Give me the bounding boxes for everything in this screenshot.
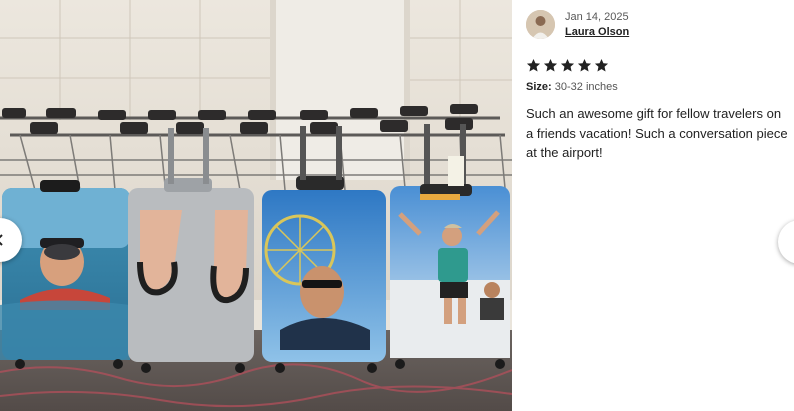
reviewer-name-link[interactable]: Laura Olson [565, 26, 629, 38]
size-info: Size: 30-32 inches [526, 81, 618, 93]
size-label: Size: [526, 81, 552, 93]
star-icon [560, 58, 575, 72]
star-icon [577, 58, 592, 72]
chevron-left-icon [0, 233, 7, 247]
star-icon [594, 58, 609, 72]
review-text: Such an awesome gift for fellow traveler… [526, 106, 788, 160]
suitcase-snorkel [0, 180, 130, 369]
review-date: Jan 14, 2025 [565, 11, 629, 23]
luggage-photo [0, 0, 512, 411]
review-panel: Jan 14, 2025 Laura Olson Size: 30-32 inc… [526, 0, 788, 411]
star-rating [526, 58, 609, 73]
size-value: 30-32 inches [554, 81, 618, 93]
avatar[interactable] [526, 10, 555, 39]
star-icon [526, 58, 541, 72]
review-photo[interactable] [0, 0, 512, 411]
star-icon [543, 58, 558, 72]
